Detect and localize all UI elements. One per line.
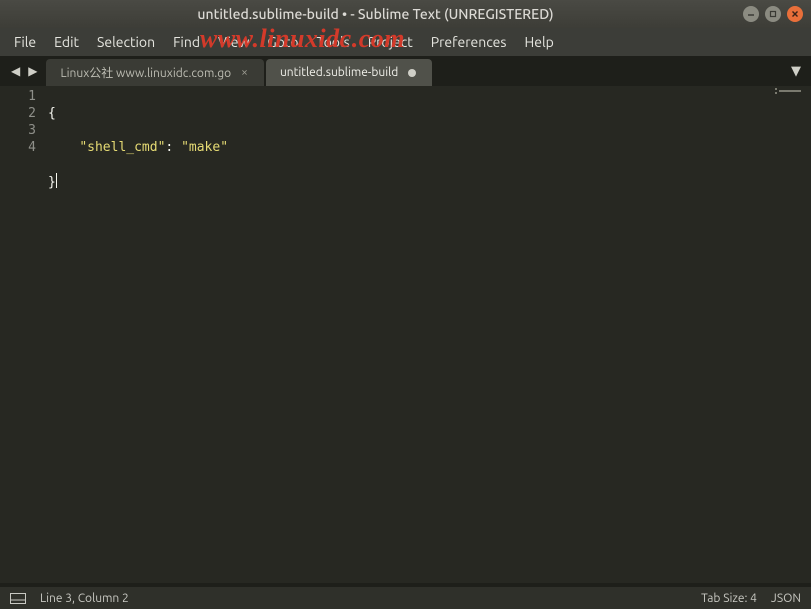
window-controls [743, 6, 803, 22]
close-icon[interactable]: × [241, 66, 248, 79]
menubar: File Edit Selection Find View Goto Tools… [0, 28, 811, 56]
maximize-button[interactable] [765, 6, 781, 22]
minimap[interactable] [775, 88, 805, 96]
menu-view[interactable]: View [210, 30, 257, 54]
indent [48, 140, 79, 155]
line-number: 2 [0, 105, 36, 122]
line-number: 1 [0, 88, 36, 105]
close-button[interactable] [787, 6, 803, 22]
editor[interactable]: 1 2 3 4 { "shell_cmd": "make" } [0, 86, 811, 583]
status-tab-size[interactable]: Tab Size: 4 [701, 592, 757, 605]
menu-preferences[interactable]: Preferences [423, 30, 515, 54]
menu-tools[interactable]: Tools [309, 30, 358, 54]
text-cursor [56, 173, 57, 188]
line-number: 4 [0, 139, 36, 156]
minimize-button[interactable] [743, 6, 759, 22]
statusbar: Line 3, Column 2 Tab Size: 4 JSON [0, 587, 811, 609]
menu-edit[interactable]: Edit [46, 30, 87, 54]
menu-project[interactable]: Project [360, 30, 421, 54]
menu-file[interactable]: File [6, 30, 44, 54]
code-area[interactable]: { "shell_cmd": "make" } [48, 86, 811, 583]
menu-find[interactable]: Find [165, 30, 208, 54]
tab-label: untitled.sublime-build [280, 66, 398, 79]
dirty-indicator-icon[interactable] [408, 69, 416, 77]
tab-label: Linux公社 www.linuxidc.com.go [60, 64, 231, 81]
status-syntax[interactable]: JSON [771, 592, 801, 605]
tabbar: ◀ ▶ Linux公社 www.linuxidc.com.go × untitl… [0, 56, 811, 86]
tab-active[interactable]: untitled.sublime-build [266, 59, 432, 86]
status-position[interactable]: Line 3, Column 2 [40, 592, 129, 605]
colon: : [165, 140, 181, 155]
titlebar: untitled.sublime-build • - Sublime Text … [0, 0, 811, 28]
tab-overflow-icon[interactable]: ▼ [781, 64, 811, 79]
menu-selection[interactable]: Selection [89, 30, 163, 54]
nav-back-icon[interactable]: ◀ [8, 62, 23, 80]
line-number: 3 [0, 122, 36, 139]
menu-goto[interactable]: Goto [259, 30, 306, 54]
json-key: "shell_cmd" [79, 140, 165, 155]
menu-help[interactable]: Help [516, 30, 561, 54]
nav-forward-icon[interactable]: ▶ [25, 62, 40, 80]
line-number-gutter: 1 2 3 4 [0, 86, 48, 583]
panel-switcher-icon[interactable] [10, 592, 26, 604]
tab-inactive[interactable]: Linux公社 www.linuxidc.com.go × [46, 59, 263, 86]
window-title: untitled.sublime-build • - Sublime Text … [8, 6, 743, 22]
json-string: "make" [181, 140, 228, 155]
brace-close: } [48, 175, 56, 190]
tab-history-nav: ◀ ▶ [6, 56, 46, 86]
brace-open: { [48, 106, 56, 121]
